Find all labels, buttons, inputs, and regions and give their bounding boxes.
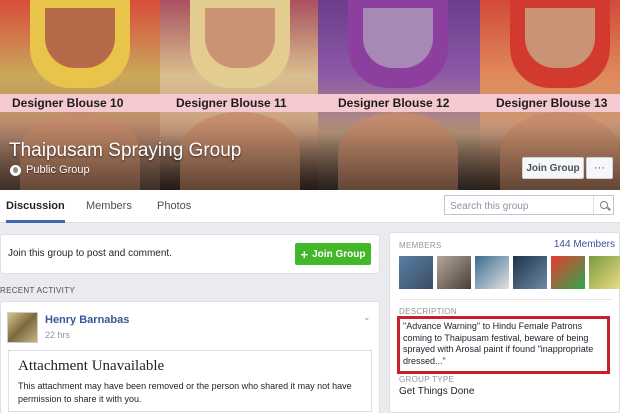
members-heading: MEMBERS xyxy=(399,241,442,250)
avatar[interactable] xyxy=(7,312,38,343)
group-privacy: Public Group xyxy=(10,164,90,176)
cover-panel-label: Designer Blouse 11 xyxy=(176,96,287,110)
cover-photo[interactable]: Designer Blouse 10 Designer Blouse 11 De… xyxy=(0,0,620,190)
member-avatar[interactable] xyxy=(551,256,585,289)
description-heading: DESCRIPTION xyxy=(399,307,457,316)
globe-icon xyxy=(10,164,21,176)
member-avatar[interactable] xyxy=(399,256,433,289)
chevron-down-icon[interactable]: ⌄ xyxy=(363,312,371,323)
join-prompt-card: Join this group to post and comment. + J… xyxy=(0,234,380,274)
plus-icon: + xyxy=(300,246,309,262)
search-input[interactable] xyxy=(445,197,590,216)
group-privacy-label: Public Group xyxy=(26,164,90,176)
member-thumbnails xyxy=(399,256,620,289)
cover-join-group-button[interactable]: Join Group xyxy=(522,157,584,179)
group-page: Designer Blouse 10 Designer Blouse 11 De… xyxy=(0,0,620,413)
member-avatar[interactable] xyxy=(513,256,547,289)
attachment-box: Attachment Unavailable This attachment m… xyxy=(8,350,372,412)
cover-panel-label: Designer Blouse 13 xyxy=(496,96,608,110)
description-highlight: "Advance Warning" to Hindu Female Patron… xyxy=(397,316,610,374)
search-icon xyxy=(599,201,608,209)
more-options-button[interactable]: ··· xyxy=(586,157,613,179)
join-group-label: Join Group xyxy=(312,248,366,260)
group-type-value: Get Things Done xyxy=(399,386,475,397)
tab-members[interactable]: Members xyxy=(86,190,132,223)
divider xyxy=(399,299,612,300)
group-description: "Advance Warning" to Hindu Female Patron… xyxy=(403,321,594,366)
about-sidebar: MEMBERS 144 Members DESCRIPTION "Advance… xyxy=(389,232,620,413)
search-button[interactable] xyxy=(593,196,613,214)
cover-panel-label: Designer Blouse 12 xyxy=(338,96,450,110)
recent-activity-heading: RECENT ACTIVITY xyxy=(0,286,76,295)
post-author[interactable]: Henry Barnabas xyxy=(45,314,129,326)
cover-panel-label: Designer Blouse 10 xyxy=(12,96,124,110)
member-avatar[interactable] xyxy=(589,256,620,289)
tab-discussion[interactable]: Discussion xyxy=(6,190,65,223)
group-type-heading: GROUP TYPE xyxy=(399,375,455,384)
tab-photos[interactable]: Photos xyxy=(157,190,191,223)
member-avatar[interactable] xyxy=(437,256,471,289)
join-prompt-text: Join this group to post and comment. xyxy=(8,248,172,259)
members-count-link[interactable]: 144 Members xyxy=(554,239,615,250)
post-timestamp[interactable]: 22 hrs xyxy=(45,330,70,340)
group-search xyxy=(444,195,614,216)
attachment-title: Attachment Unavailable xyxy=(18,358,165,374)
member-avatar[interactable] xyxy=(475,256,509,289)
group-title[interactable]: Thaipusam Spraying Group xyxy=(9,140,241,162)
join-group-button[interactable]: + Join Group xyxy=(295,243,371,265)
attachment-message: This attachment may have been removed or… xyxy=(18,381,352,404)
post-card: Henry Barnabas 22 hrs ⌄ Attachment Unava… xyxy=(0,301,380,413)
